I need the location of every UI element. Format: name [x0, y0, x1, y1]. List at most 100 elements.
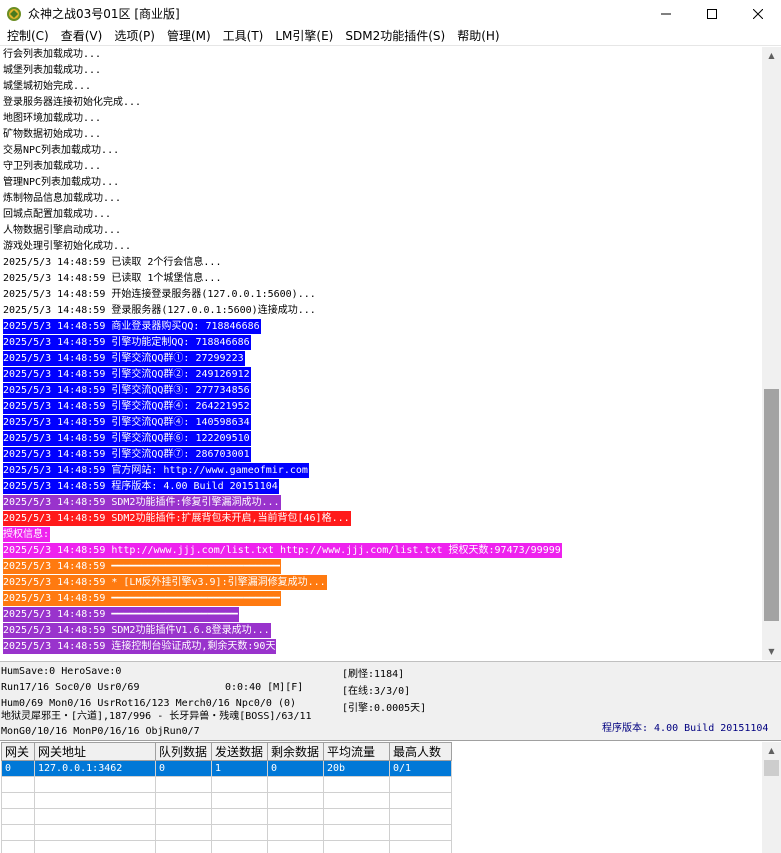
table-row[interactable]: [1, 808, 452, 825]
log-line-text: 2025/5/3 14:48:59 引擎交流QQ群⑥: 122209510: [3, 431, 251, 446]
log-line-text: 城堡列表加载成功...: [3, 65, 102, 76]
log-line-text: 2025/5/3 14:48:59 引擎交流QQ群④: 264221952: [3, 399, 251, 414]
log-line-text: 2025/5/3 14:48:59 引擎交流QQ群①: 27299223: [3, 351, 245, 366]
close-button[interactable]: [735, 0, 781, 27]
log-line-text: 2025/5/3 14:48:59 引擎交流QQ群④: 140598634: [3, 415, 251, 430]
table-cell: [323, 808, 390, 825]
log-line-text: 游戏处理引擎初始化成功...: [3, 241, 132, 252]
log-line-text: 2025/5/3 14:48:59 引擎交流QQ群⑦: 286703001: [3, 447, 251, 462]
maximize-icon: [707, 8, 717, 19]
table-cell: 0: [267, 760, 324, 777]
log-line: 行会列表加载成功...: [0, 47, 762, 63]
gateway-panel: 网关 网关地址 队列数据 发送数据 剩余数据 平均流量 最高人数 0 127.0.0.1:34…: [0, 740, 781, 853]
column-header[interactable]: 剩余数据: [267, 742, 324, 761]
app-logo-icon: [7, 6, 21, 21]
log-line: 2025/5/3 14:48:59 SDM2功能插件V1.6.8登录成功...: [0, 623, 762, 639]
status-panel: HumSave:0 HeroSave:0 Run17/16 Soc0/0 Usr…: [0, 661, 781, 740]
log-line: 2025/5/3 14:48:59 SDM2功能插件:修复引擎漏洞成功...: [0, 495, 762, 511]
scroll-down-icon[interactable]: ▼: [762, 643, 781, 660]
log-line-text: 守卫列表加载成功...: [3, 161, 102, 172]
log-scroll-thumb[interactable]: [764, 389, 779, 621]
log-line-text: 2025/5/3 14:48:59 引擎交流QQ群②: 249126912: [3, 367, 251, 382]
column-header[interactable]: 最高人数: [389, 742, 452, 761]
window-title: 众神之战03号01区 [商业版]: [28, 7, 180, 21]
log-line-text: 人物数据引擎启动成功...: [3, 225, 122, 236]
log-line: 回城点配置加载成功...: [0, 207, 762, 223]
scroll-up-icon[interactable]: ▲: [762, 47, 781, 64]
column-header[interactable]: 网关: [1, 742, 35, 761]
log-line-text: 2025/5/3 14:48:59 ━━━━━━━━━━━━━━━━━━━━━━…: [3, 591, 281, 606]
table-row[interactable]: [1, 776, 452, 793]
log-line: 人物数据引擎启动成功...: [0, 223, 762, 239]
log-line-text: 行会列表加载成功...: [3, 49, 102, 60]
log-line: 交易NPC列表加载成功...: [0, 143, 762, 159]
menu-sdm2-plugin[interactable]: SDM2功能插件(S): [339, 27, 451, 46]
menu-help[interactable]: 帮助(H): [451, 27, 505, 46]
table-row[interactable]: [1, 840, 452, 853]
menu-manage[interactable]: 管理(M): [161, 27, 217, 46]
table-cell: [34, 808, 156, 825]
gateway-scroll-thumb[interactable]: [764, 760, 779, 776]
table-cell: 0: [1, 760, 35, 777]
log-line: 2025/5/3 14:48:59 官方网站: http://www.gameo…: [0, 463, 762, 479]
table-cell: [211, 808, 268, 825]
log-line-text: 炼制物品信息加载成功...: [3, 193, 122, 204]
table-cell: [267, 824, 324, 841]
log-line: 2025/5/3 14:48:59 ━━━━━━━━━━━━━━━━━━━━━━…: [0, 559, 762, 575]
table-cell: [155, 776, 212, 793]
log-line: 2025/5/3 14:48:59 已读取 2个行会信息...: [0, 255, 762, 271]
menu-view[interactable]: 查看(V): [55, 27, 109, 46]
log-line: 2025/5/3 14:48:59 引擎交流QQ群⑦: 286703001: [0, 447, 762, 463]
log-line: 2025/5/3 14:48:59 引擎功能定制QQ: 718846686: [0, 335, 762, 351]
log-line-text: 登录服务器连接初始化完成...: [3, 97, 142, 108]
menu-lm-engine[interactable]: LM引擎(E): [269, 27, 339, 46]
table-cell: [1, 824, 35, 841]
log-line: 2025/5/3 14:48:59 http://www.jjj.com/lis…: [0, 543, 762, 559]
table-cell: [389, 840, 452, 853]
close-icon: [753, 8, 763, 19]
status-mon-counts: MonG0/10/16 MonP0/16/16 ObjRun0/7: [1, 726, 200, 737]
log-line: 登录服务器连接初始化完成...: [0, 95, 762, 111]
menu-control[interactable]: 控制(C): [1, 27, 55, 46]
table-cell: [1, 840, 35, 853]
table-cell: 1: [211, 760, 268, 777]
log-line: 2025/5/3 14:48:59 ━━━━━━━━━━━━━━━━━━━━━━…: [0, 591, 762, 607]
status-boss-info: 地狱灵犀邪王・[六道],187/996 - 长牙异兽・残魂[BOSS]/63/1…: [1, 711, 312, 722]
menu-tools[interactable]: 工具(T): [217, 27, 270, 46]
scroll-up-icon[interactable]: ▲: [762, 742, 781, 759]
table-cell: [34, 776, 156, 793]
minimize-button[interactable]: [643, 0, 689, 27]
table-cell: [323, 840, 390, 853]
log-line: 2025/5/3 14:48:59 已读取 1个城堡信息...: [0, 271, 762, 287]
table-cell: [211, 824, 268, 841]
table-cell: [323, 824, 390, 841]
log-line: 矿物数据初始成功...: [0, 127, 762, 143]
column-header[interactable]: 平均流量: [323, 742, 390, 761]
column-header[interactable]: 队列数据: [155, 742, 212, 761]
log-line-text: 2025/5/3 14:48:59 商业登录器购买QQ: 718846686: [3, 319, 261, 334]
log-line-text: 2025/5/3 14:48:59 引擎功能定制QQ: 718846686: [3, 335, 251, 350]
log-line-text: 2025/5/3 14:48:59 ━━━━━━━━━━━━━━━━━━━━━━…: [3, 559, 281, 574]
log-scrollbar[interactable]: ▲ ▼: [762, 47, 781, 660]
menu-options[interactable]: 选项(P): [108, 27, 161, 46]
table-row[interactable]: [1, 824, 452, 841]
log-line-text: 2025/5/3 14:48:59 SDM2功能插件:扩展背包未开启,当前背包[…: [3, 511, 351, 526]
table-row[interactable]: 0 127.0.0.1:3462 0 1 0 20b 0/1: [1, 760, 452, 777]
log-line: 2025/5/3 14:48:59 引擎交流QQ群④: 140598634: [0, 415, 762, 431]
log-line: 2025/5/3 14:48:59 商业登录器购买QQ: 718846686: [0, 319, 762, 335]
table-cell: [389, 808, 452, 825]
log-line: 2025/5/3 14:48:59 * [LM反外挂引擎v3.9]:引擎漏洞修复…: [0, 575, 762, 591]
table-cell: 0/1: [389, 760, 452, 777]
column-header[interactable]: 发送数据: [211, 742, 268, 761]
column-header[interactable]: 网关地址: [34, 742, 156, 761]
log-line-text: 2025/5/3 14:48:59 登录服务器(127.0.0.1:5600)连…: [3, 305, 316, 316]
log-line: 2025/5/3 14:48:59 引擎交流QQ群①: 27299223: [0, 351, 762, 367]
maximize-button[interactable]: [689, 0, 735, 27]
table-row[interactable]: [1, 792, 452, 809]
log-output[interactable]: 行会列表加载成功... 城堡列表加载成功... 城堡城初始完成... 登录服务器连接初…: [0, 47, 762, 660]
log-line-text: 回城点配置加载成功...: [3, 209, 112, 220]
table-cell: [1, 808, 35, 825]
table-cell: [267, 792, 324, 809]
title-bar[interactable]: 众神之战03号01区 [商业版]: [0, 0, 781, 27]
gateway-scrollbar[interactable]: ▲: [762, 742, 781, 853]
